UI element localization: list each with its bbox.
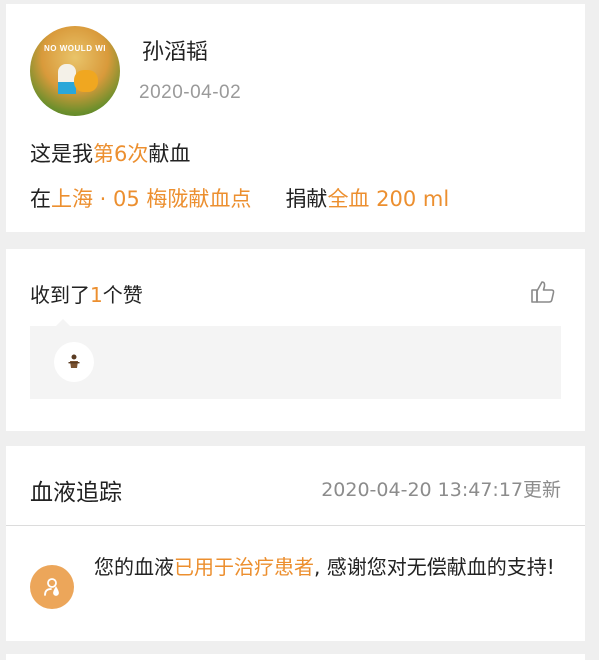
liker-avatar[interactable]	[54, 342, 94, 382]
donation-count-highlight: 第6次	[93, 142, 149, 166]
donation-amount: 全血 200 ml	[327, 187, 450, 211]
donation-count-text: 这是我第6次献血	[30, 142, 191, 166]
next-card-edge	[6, 654, 585, 660]
likes-count-text: 收到了1个赞	[30, 283, 143, 307]
avatar-banner-text: NO WOULD WI	[44, 44, 106, 53]
donation-date: 2020-04-02	[139, 82, 242, 103]
user-avatar[interactable]: NO WOULD WI	[30, 26, 120, 116]
tracking-title: 血液追踪	[30, 480, 122, 506]
tracking-updated-time: 2020-04-20 13:47:17更新	[321, 479, 561, 501]
blood-tracking-card: 血液追踪 2020-04-20 13:47:17更新 您的血液已用于治疗患者, …	[6, 446, 585, 641]
likes-count: 1	[90, 283, 103, 307]
divider	[6, 525, 585, 526]
donation-card: NO WOULD WI 孙滔韬 2020-04-02 这是我第6次献血 在上海 …	[6, 4, 585, 232]
likes-card: 收到了1个赞	[6, 249, 585, 431]
tracking-status-highlight: 已用于治疗患者	[174, 555, 314, 579]
user-drop-icon	[30, 565, 74, 609]
thumbs-up-icon[interactable]	[530, 279, 556, 305]
user-name: 孙滔韬	[142, 40, 209, 65]
donation-location: 上海 · 05 梅陇献血点	[51, 187, 252, 211]
tracking-status-text: 您的血液已用于治疗患者, 感谢您对无偿献血的支持!	[94, 555, 555, 579]
likers-list	[30, 319, 561, 399]
liker-figure-icon	[68, 354, 80, 368]
donation-detail: 在上海 · 05 梅陇献血点 捐献全血 200 ml	[30, 187, 450, 211]
